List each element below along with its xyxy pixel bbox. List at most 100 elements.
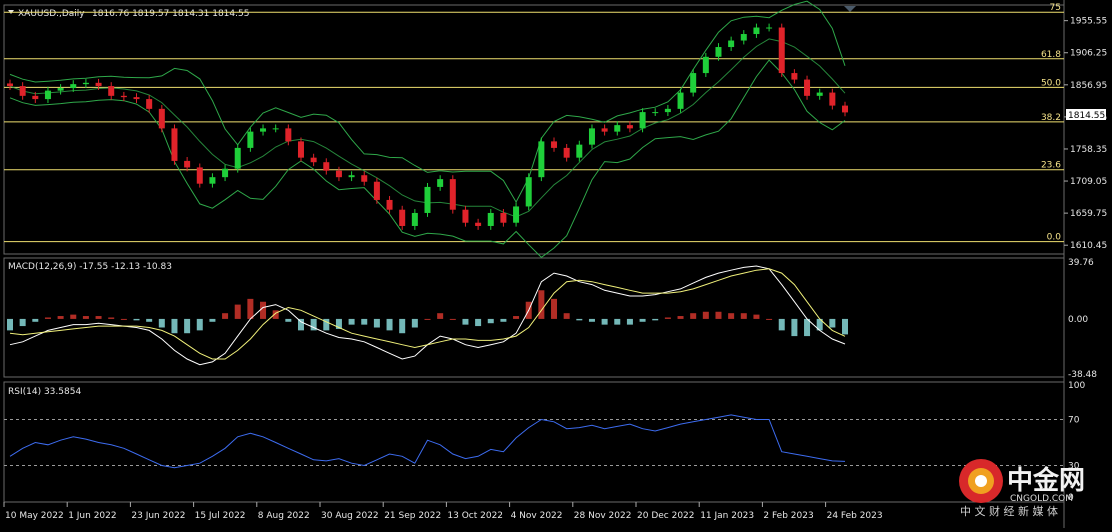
candle-body	[690, 73, 697, 93]
candle-body	[184, 160, 191, 168]
candle-body	[399, 209, 406, 226]
price-tick-label: 1856.95	[1070, 81, 1107, 91]
fib-level-label: 23.6	[1041, 161, 1061, 171]
macd-histogram-bar	[626, 318, 633, 325]
candle-body	[95, 82, 102, 87]
date-tick-label: 4 Nov 2022	[511, 511, 563, 521]
macd-histogram-bar	[158, 318, 165, 328]
price-tick-label: 1709.05	[1070, 177, 1107, 187]
macd-histogram-bar	[449, 318, 456, 320]
macd-histogram-bar	[95, 316, 102, 319]
date-tick-label: 13 Oct 2022	[447, 511, 503, 521]
date-tick-label: 24 Feb 2023	[827, 511, 883, 521]
macd-histogram-bar	[576, 318, 583, 321]
price-tick-label: 1610.45	[1070, 241, 1107, 251]
candle-body	[247, 131, 254, 148]
candle-body	[310, 157, 317, 163]
candle-body	[108, 86, 115, 96]
date-tick-label: 1 Jun 2022	[68, 511, 116, 521]
bollinger-lower-line	[9, 59, 846, 259]
candle-body	[297, 141, 304, 158]
scroll-end-icon[interactable]	[844, 6, 856, 12]
macd-histogram-bar	[196, 318, 203, 331]
macd-histogram-bar	[513, 316, 520, 319]
macd-histogram-bar	[44, 317, 51, 319]
bollinger-upper-line	[9, 0, 846, 204]
date-tick-label: 20 Dec 2022	[637, 511, 695, 521]
price-tick-label: 1659.75	[1070, 209, 1107, 219]
date-tick-label: 28 Nov 2022	[574, 511, 632, 521]
macd-histogram-bar	[715, 311, 722, 319]
candle-body	[133, 97, 140, 100]
candle-body	[740, 34, 747, 41]
macd-histogram-bar	[588, 318, 595, 322]
rsi-tick-label: 70	[1068, 416, 1080, 426]
candle-body	[475, 222, 482, 226]
brand-domain: CNGOLD.COM	[1010, 494, 1073, 504]
rsi-plot	[4, 414, 1064, 469]
macd-histogram-bar	[411, 318, 418, 328]
candle-body	[551, 141, 558, 148]
macd-panel-frame	[3, 257, 1065, 378]
candle-body	[829, 92, 836, 106]
macd-histogram-bar	[424, 318, 431, 320]
candle-body	[234, 147, 241, 169]
candle-body	[626, 125, 633, 129]
candle-body	[664, 108, 671, 113]
candle-body	[82, 82, 89, 85]
macd-histogram-bar	[108, 317, 115, 319]
macd-histogram-bar	[614, 318, 621, 325]
candle-body	[386, 199, 393, 210]
fib-level-label: 50.0	[1041, 78, 1061, 88]
macd-histogram-bar	[57, 316, 64, 319]
candle-body	[209, 177, 216, 184]
candle-body	[715, 47, 722, 57]
macd-histogram-bar	[120, 318, 127, 320]
bollinger-bands	[9, 0, 846, 259]
candle-body	[222, 168, 229, 178]
macd-histogram-bar	[462, 318, 469, 325]
candle-body	[70, 84, 77, 89]
macd-histogram-bar	[373, 318, 380, 328]
macd-histogram-bar	[753, 314, 760, 319]
date-tick-label: 30 Aug 2022	[321, 511, 379, 521]
macd-histogram-bar	[487, 318, 494, 324]
candle-body	[44, 90, 51, 100]
price-candles	[7, 23, 848, 230]
macd-histogram-bar	[778, 318, 785, 331]
candle-body	[335, 170, 342, 178]
candle-body	[576, 144, 583, 158]
macd-histogram-bar	[386, 318, 393, 331]
candle-body	[487, 212, 494, 226]
rsi-panel-frame	[3, 381, 1065, 503]
ohlc-readout: 1816.76 1819.57 1814.31 1814.55	[92, 9, 249, 19]
price-tick-label: 1758.35	[1070, 145, 1107, 155]
candle-body	[361, 175, 368, 182]
macd-histogram-bar	[260, 301, 267, 319]
candle-body	[32, 95, 39, 100]
candle-body	[171, 128, 178, 161]
rsi-line	[9, 414, 846, 469]
price-tick-label: 1906.25	[1070, 49, 1107, 59]
macd-histogram-bar	[184, 318, 191, 334]
macd-histogram-bar	[7, 318, 13, 331]
candle-body	[146, 99, 153, 109]
cngold-watermark: 中金网 CNGOLD.COM 中 文 财 经 新 媒 体	[955, 455, 1105, 525]
candle-body	[639, 112, 646, 129]
candle-body	[652, 112, 659, 114]
macd-histogram-bar	[766, 318, 773, 320]
macd-title: MACD(12,26,9) -17.55 -12.13 -10.83	[8, 262, 172, 272]
macd-tick-label: -38.48	[1068, 370, 1097, 380]
macd-histogram-bar	[639, 318, 646, 322]
date-tick-label: 10 May 2022	[5, 511, 64, 521]
macd-histogram-bar	[551, 298, 558, 319]
chart-canvas: XAUUSD.,Daily 1816.76 1819.57 1814.31 18…	[3, 0, 1107, 528]
candle-body	[538, 141, 545, 178]
candle-body	[728, 40, 735, 48]
macd-histogram-bar	[829, 318, 836, 328]
candle-body	[260, 128, 267, 132]
candle-body	[702, 56, 709, 74]
price-panel-frame	[3, 4, 1065, 255]
candle-body	[563, 147, 570, 158]
macd-histogram-bar	[500, 318, 507, 322]
